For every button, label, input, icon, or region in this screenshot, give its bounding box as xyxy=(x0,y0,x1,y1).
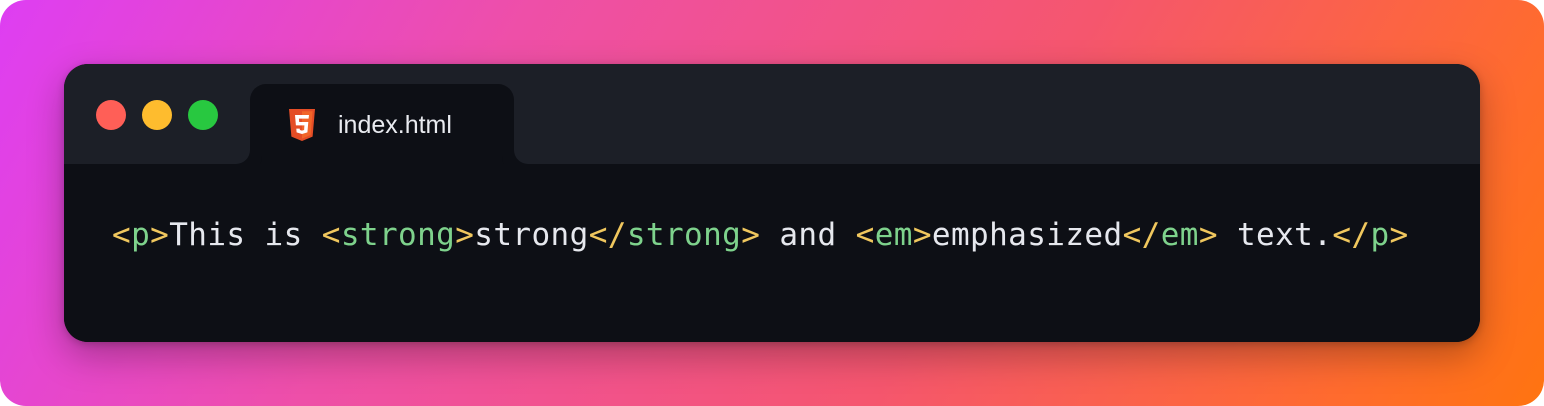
title-bar: index.html xyxy=(64,64,1480,166)
tab-label: index.html xyxy=(338,111,452,139)
code-token-text: text. xyxy=(1217,217,1333,253)
html5-icon xyxy=(288,108,316,142)
code-window: index.html <p>This is <strong>strong</st… xyxy=(64,64,1480,342)
code-token-tag: p xyxy=(1370,217,1390,253)
maximize-button[interactable] xyxy=(188,100,218,130)
code-token-bracket: < xyxy=(855,217,875,253)
code-token-bracket: > xyxy=(150,217,170,253)
code-token-tag: em xyxy=(874,217,913,253)
code-token-bracket: </ xyxy=(588,217,627,253)
code-token-bracket: > xyxy=(455,217,475,253)
code-token-bracket: > xyxy=(1198,217,1218,253)
code-token-text: emphasized xyxy=(931,217,1123,253)
code-token-tag: strong xyxy=(340,217,456,253)
code-token-bracket: > xyxy=(912,217,932,253)
gradient-background: index.html <p>This is <strong>strong</st… xyxy=(0,0,1544,406)
code-token-tag: p xyxy=(131,217,151,253)
tab-index-html[interactable]: index.html xyxy=(250,84,514,166)
code-token-bracket: < xyxy=(112,217,132,253)
code-token-bracket: > xyxy=(1389,217,1409,253)
code-token-text: strong xyxy=(474,217,589,253)
code-token-bracket: > xyxy=(741,217,761,253)
code-token-bracket: < xyxy=(321,217,341,253)
code-editor[interactable]: <p>This is <strong>strong</strong> and <… xyxy=(64,164,1480,342)
code-token-tag: em xyxy=(1160,217,1199,253)
minimize-button[interactable] xyxy=(142,100,172,130)
code-token-text: and xyxy=(760,217,856,253)
code-token-tag: strong xyxy=(626,217,742,253)
code-line-1: <p>This is <strong>strong</strong> and <… xyxy=(112,215,1409,255)
code-token-text: This is xyxy=(169,217,322,253)
close-button[interactable] xyxy=(96,100,126,130)
code-token-bracket: </ xyxy=(1122,217,1161,253)
code-token-bracket: </ xyxy=(1332,217,1371,253)
